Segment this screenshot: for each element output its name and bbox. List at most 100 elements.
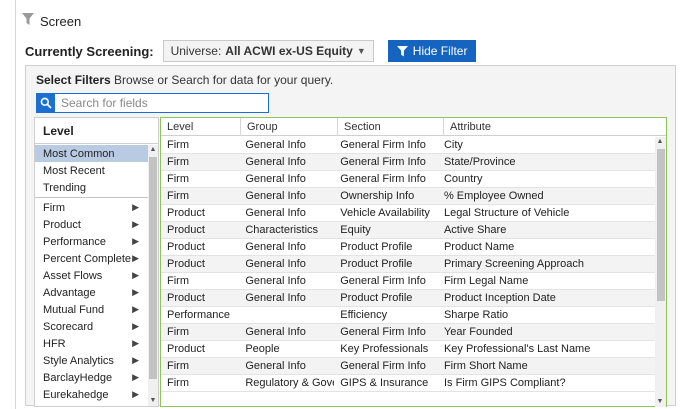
- search-box: [36, 93, 269, 113]
- scroll-up-icon[interactable]: ▲: [655, 137, 665, 147]
- column-header[interactable]: Attribute: [444, 118, 666, 136]
- funnel-icon: [22, 13, 34, 29]
- table-cell: Firm Legal Name: [443, 275, 529, 287]
- chevron-right-icon: ▶: [132, 338, 139, 348]
- scroll-down-icon[interactable]: ▼: [148, 396, 158, 406]
- hide-filter-button[interactable]: Hide Filter: [387, 40, 477, 62]
- table-cell: General Firm Info: [340, 275, 426, 287]
- table-cell: [239, 307, 334, 323]
- level-item[interactable]: Scorecard ▶: [35, 318, 149, 335]
- level-item-label: Trending: [43, 181, 87, 194]
- table-cell: General Firm Info: [340, 360, 426, 372]
- level-item[interactable]: HFR ▶: [35, 335, 149, 352]
- table-row[interactable]: Firm General Info Ownership Info % Employee…: [161, 188, 655, 205]
- table-cell: Product: [167, 343, 205, 355]
- level-item-label: Percent Complete: [43, 252, 132, 265]
- table-cell: Key Professionals: [340, 343, 429, 355]
- table-cell: GIPS & Insurance: [340, 377, 429, 389]
- level-panel: Level Most Common Most Recent Trending Firm…: [34, 117, 159, 407]
- level-item[interactable]: BarclayHedge ▶: [35, 369, 149, 386]
- search-icon[interactable]: [37, 94, 55, 112]
- level-list: Most Common Most Recent Trending Firm ▶ Produ…: [35, 145, 149, 403]
- table-cell: Product: [167, 241, 205, 253]
- scroll-up-icon[interactable]: ▲: [148, 145, 158, 155]
- level-item[interactable]: Asset Flows ▶: [35, 267, 149, 284]
- level-item[interactable]: Product ▶: [35, 216, 149, 233]
- page-title: Screen: [40, 13, 82, 29]
- table-cell: Product Profile: [340, 258, 413, 270]
- level-item-label: Style Analytics: [43, 354, 114, 367]
- table-cell: General Info: [245, 190, 306, 202]
- results-body: Firm General Info General Firm Info City Fir…: [161, 137, 655, 408]
- level-item[interactable]: Eurekahedge ▶: [35, 386, 149, 403]
- table-cell: Product: [167, 207, 205, 219]
- table-cell: General Firm Info: [340, 156, 426, 168]
- level-item-label: Product: [43, 218, 81, 231]
- table-cell: Performance: [167, 309, 230, 321]
- universe-value: All ACWI ex-US Equity: [225, 44, 353, 58]
- table-cell: Is Firm GIPS Compliant?: [443, 377, 566, 389]
- scrollbar-thumb[interactable]: [657, 149, 665, 301]
- column-header[interactable]: Section: [338, 118, 444, 136]
- scroll-down-icon[interactable]: ▼: [655, 397, 665, 407]
- level-item[interactable]: Mutual Fund ▶: [35, 301, 149, 318]
- level-item-label: Advantage: [43, 286, 96, 299]
- level-item[interactable]: Percent Complete ▶: [35, 250, 149, 267]
- table-cell: General Firm Info: [340, 326, 426, 338]
- table-cell: Firm: [167, 275, 189, 287]
- table-cell: Firm Short Name: [443, 360, 528, 372]
- level-item[interactable]: Firm ▶: [35, 199, 149, 216]
- table-row[interactable]: Product General Info Product Profile Primar…: [161, 256, 655, 273]
- select-filters-heading: Select Filters Browse or Search for data…: [36, 73, 333, 87]
- column-header[interactable]: Group: [241, 118, 338, 136]
- level-item[interactable]: Advantage ▶: [35, 284, 149, 301]
- table-row[interactable]: Firm General Info General Firm Info Year Fo…: [161, 324, 655, 341]
- chevron-right-icon: ▶: [132, 389, 139, 399]
- level-item[interactable]: Most Common: [35, 145, 149, 162]
- screening-bar: Currently Screening: Universe: All ACWI …: [25, 40, 477, 62]
- table-row[interactable]: Performance Efficiency Sharpe Ratio: [161, 307, 655, 324]
- universe-dropdown[interactable]: Universe: All ACWI ex-US Equity ▼: [162, 40, 374, 62]
- table-cell: Equity: [340, 224, 371, 236]
- results-scrollbar[interactable]: ▲ ▼: [655, 137, 666, 407]
- level-scrollbar[interactable]: ▲ ▼: [148, 145, 158, 406]
- level-item-label: Firm: [43, 201, 65, 214]
- table-row[interactable]: Product People Key Professionals Key Profes…: [161, 341, 655, 358]
- level-item-label: Mutual Fund: [43, 303, 105, 316]
- level-item-label: Performance: [43, 235, 106, 248]
- table-row[interactable]: Product General Info Product Profile Produc…: [161, 290, 655, 307]
- table-cell: % Employee Owned: [443, 190, 544, 202]
- table-cell: Legal Structure of Vehicle: [443, 207, 570, 219]
- table-row[interactable]: Firm General Info General Firm Info State/P…: [161, 154, 655, 171]
- chevron-right-icon: ▶: [132, 321, 139, 331]
- chevron-right-icon: ▶: [132, 304, 139, 314]
- table-row[interactable]: Product General Info Vehicle Availability L…: [161, 205, 655, 222]
- search-input[interactable]: [55, 94, 255, 112]
- column-header[interactable]: Level: [161, 118, 241, 136]
- chevron-right-icon: ▶: [132, 355, 139, 365]
- table-row[interactable]: Firm General Info General Firm Info Country: [161, 171, 655, 188]
- level-item[interactable]: Most Recent: [35, 162, 149, 179]
- level-item[interactable]: Style Analytics ▶: [35, 352, 149, 369]
- table-row[interactable]: Product Characteristics Equity Active Share: [161, 222, 655, 239]
- table-cell: Firm: [167, 139, 189, 151]
- chevron-right-icon: ▶: [132, 202, 139, 212]
- table-cell: State/Province: [443, 156, 516, 168]
- table-cell: Vehicle Availability: [340, 207, 430, 219]
- scrollbar-thumb[interactable]: [149, 157, 157, 379]
- level-item[interactable]: Performance ▶: [35, 233, 149, 250]
- table-row[interactable]: Firm General Info General Firm Info Firm Sh…: [161, 358, 655, 375]
- table-row[interactable]: Firm General Info General Firm Info Firm Le…: [161, 273, 655, 290]
- funnel-icon: [396, 45, 408, 57]
- table-cell: General Info: [245, 326, 306, 338]
- table-cell: General Firm Info: [340, 173, 426, 185]
- table-row[interactable]: Firm General Info General Firm Info City: [161, 137, 655, 154]
- table-row[interactable]: Product General Info Product Profile Produc…: [161, 239, 655, 256]
- level-item[interactable]: Trending: [35, 179, 149, 196]
- chevron-down-icon: ▼: [356, 46, 366, 56]
- table-cell: Product: [167, 258, 205, 270]
- table-cell: Product: [167, 224, 205, 236]
- table-row[interactable]: Firm Regulatory & Gover... GIPS & Insuranc…: [161, 375, 655, 392]
- table-cell: Product Name: [443, 241, 515, 253]
- chevron-right-icon: ▶: [132, 219, 139, 229]
